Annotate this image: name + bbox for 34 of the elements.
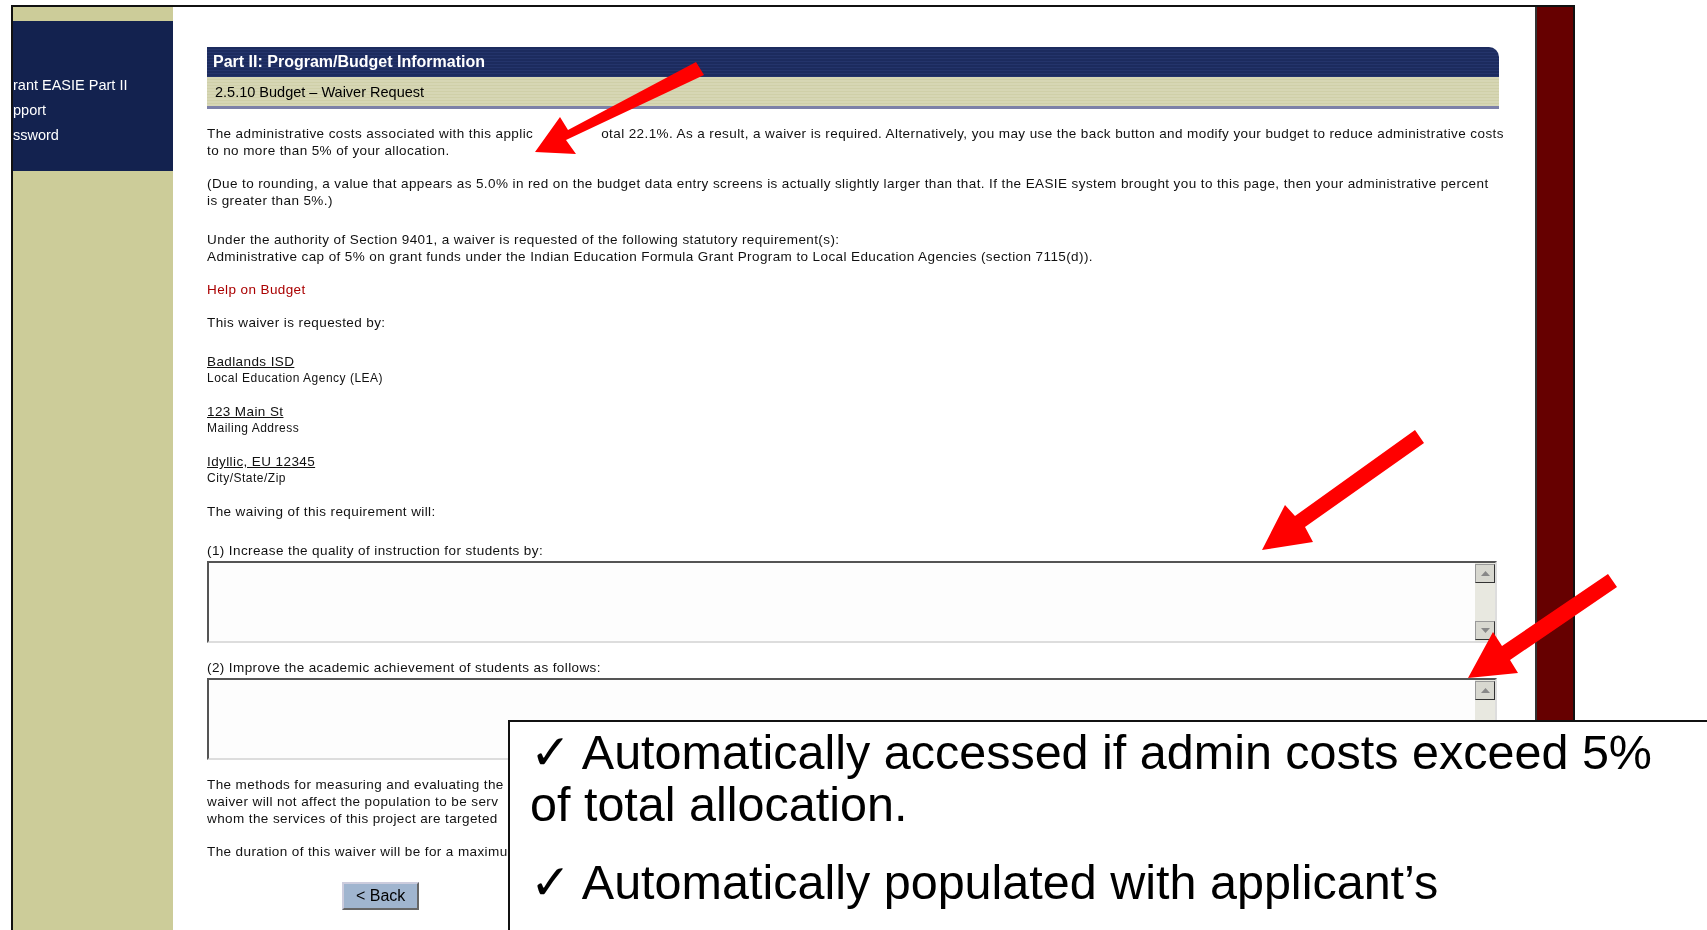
field-value: Idyllic, EU 12345	[207, 453, 316, 470]
text-line: The methods for measuring and evaluating the	[207, 776, 504, 793]
nav-link[interactable]: ssword	[13, 127, 59, 144]
paragraph-text: to no more than 5% of your allocation.	[207, 142, 450, 159]
paragraph: This waiver is requested by:	[207, 314, 387, 331]
bullet-text: ✓ Automatically accessed if admin costs exceed 5% of total allocation.	[530, 726, 1653, 830]
text-line: Under the authority of Section 9401, a waiver is requested of the following statutory requirement(s):	[207, 231, 840, 248]
text-line: whom the services of this project are targeted	[207, 810, 498, 827]
help-link[interactable]: Help on Budget	[207, 281, 306, 298]
field-caption: City/State/Zip	[207, 470, 287, 487]
nav-link[interactable]: pport	[13, 102, 47, 119]
section-subheader: 2.5.10 Budget – Waiver Request	[207, 77, 1499, 109]
field-caption: Mailing Address	[207, 420, 300, 437]
paragraph-text: The administrative costs associated with this applic	[207, 125, 534, 142]
back-button[interactable]: < Back	[342, 882, 420, 910]
paragraph-text: otal 22.1%. As a result, a waiver is required. Alternatively, you may use the back button and modify your budget to reduce administrative costs	[601, 125, 1504, 142]
scroll-up-icon[interactable]	[1475, 564, 1495, 583]
field-value: 123 Main St	[207, 403, 284, 420]
text-line: Administrative cap of 5% on grant funds under the Indian Education Formula Grant Program to Local Education Agencies (section 7115(d)).	[207, 248, 1093, 265]
paragraph: (Due to rounding, a value that appears as 5.0% in red on the budget data entry screens is actually slightly larger than that. If the EASIE system brought you to this page, then your administrative percent is greater than 5%.)	[207, 175, 1490, 209]
paragraph: The waiving of this requirement will:	[207, 503, 437, 520]
field-label: (1) Increase the quality of instruction for students by:	[207, 542, 544, 559]
scrollbar[interactable]	[1475, 563, 1495, 641]
scroll-down-icon[interactable]	[1475, 621, 1495, 640]
text-line: waiver will not affect the population to be serv	[207, 793, 499, 810]
field-label: (2) Improve the academic achievement of students as follows:	[207, 659, 601, 676]
field-value: Badlands ISD	[207, 353, 295, 370]
bullet-text: ✓ Automatically populated with applicant’s	[530, 856, 1440, 908]
scroll-up-icon[interactable]	[1475, 681, 1495, 700]
nav-link[interactable]: rant EASIE Part II	[13, 77, 128, 94]
text-area[interactable]	[207, 561, 1497, 643]
section-header: Part II: Program/Budget Information	[207, 47, 1499, 77]
text-line: The duration of this waiver will be for a maximu	[207, 843, 508, 860]
field-caption: Local Education Agency (LEA)	[207, 370, 384, 387]
